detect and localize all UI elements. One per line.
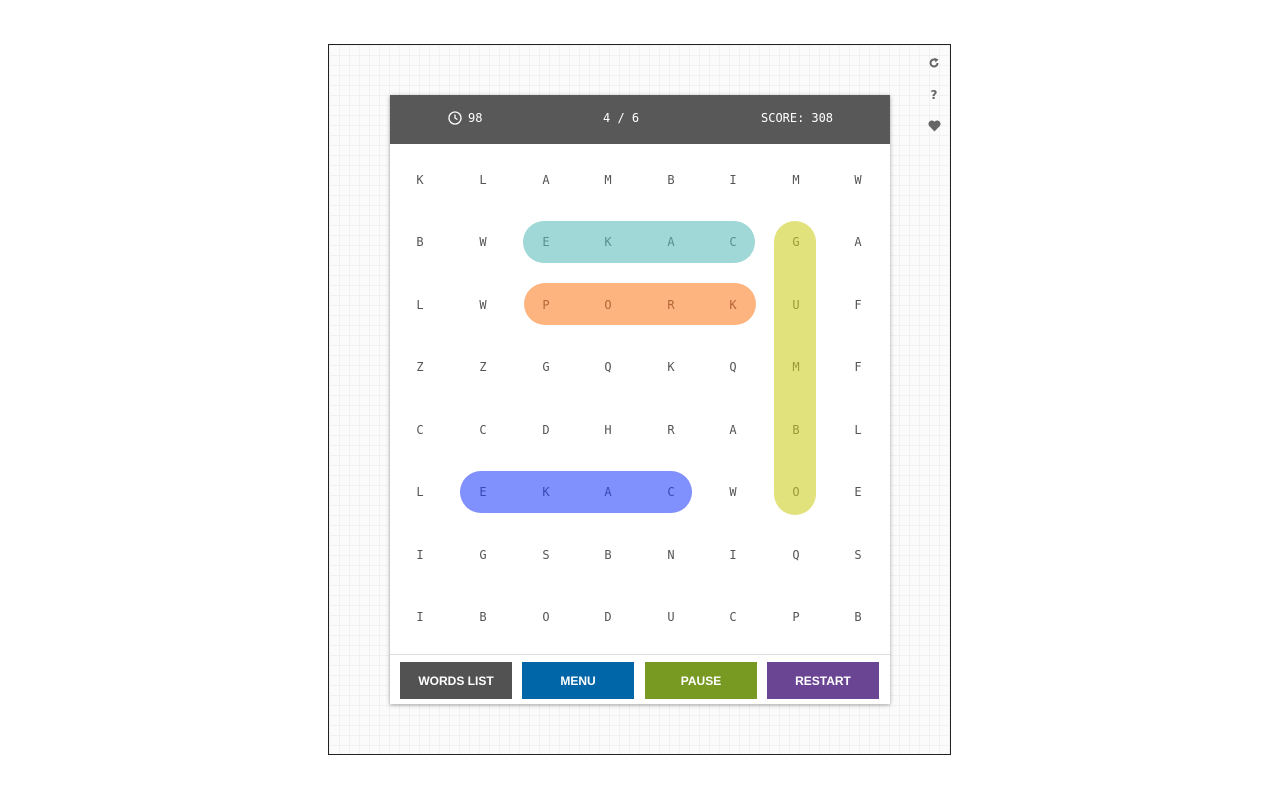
grid-cell[interactable]: R xyxy=(661,420,681,440)
grid-cell[interactable]: Z xyxy=(410,357,430,377)
grid-cell[interactable]: C xyxy=(410,420,430,440)
grid-cell[interactable]: K xyxy=(598,232,618,252)
grid-cell[interactable]: F xyxy=(848,295,868,315)
timer-value: 98 xyxy=(468,111,483,125)
grid-cell[interactable]: C xyxy=(661,482,681,502)
grid-cell[interactable]: O xyxy=(598,295,618,315)
score: SCORE: 308 xyxy=(761,111,833,125)
grid-cell[interactable]: G xyxy=(536,357,556,377)
grid-cell[interactable]: K xyxy=(536,482,556,502)
grid-cell[interactable]: A xyxy=(848,232,868,252)
heart-icon[interactable] xyxy=(925,117,943,135)
game-frame: ? 98 4 / 6 SCORE: 308 K L A M B I M W B W E … xyxy=(328,44,951,755)
grid-cell[interactable]: B xyxy=(848,607,868,627)
grid-cell[interactable]: Q xyxy=(723,357,743,377)
grid-cell[interactable]: A xyxy=(536,170,556,190)
letter-grid: K L A M B I M W B W E K A C G A L W P O R K U F Z Z G Q K Q M F C C D H R A B L… xyxy=(390,144,890,656)
divider xyxy=(390,654,890,655)
grid-cell[interactable]: K xyxy=(723,295,743,315)
timer: 98 xyxy=(448,111,482,125)
score-label: SCORE: xyxy=(761,111,805,125)
menu-button[interactable]: MENU xyxy=(522,662,634,699)
grid-cell[interactable]: O xyxy=(786,482,806,502)
grid-cell[interactable]: W xyxy=(723,482,743,502)
found-word-highlight xyxy=(460,471,692,513)
grid-cell[interactable]: B xyxy=(786,420,806,440)
grid-cell[interactable]: I xyxy=(723,545,743,565)
grid-cell[interactable]: U xyxy=(786,295,806,315)
grid-cell[interactable]: W xyxy=(473,295,493,315)
grid-cell[interactable]: W xyxy=(848,170,868,190)
grid-cell[interactable]: A xyxy=(598,482,618,502)
grid-cell[interactable]: L xyxy=(410,295,430,315)
help-icon[interactable]: ? xyxy=(925,86,943,104)
grid-cell[interactable]: O xyxy=(536,607,556,627)
found-word-highlight xyxy=(523,221,755,263)
grid-cell[interactable]: I xyxy=(410,607,430,627)
game-header: 98 4 / 6 SCORE: 308 xyxy=(390,95,890,144)
grid-cell[interactable]: S xyxy=(848,545,868,565)
grid-cell[interactable]: W xyxy=(473,232,493,252)
clock-icon xyxy=(448,111,462,125)
grid-cell[interactable]: E xyxy=(848,482,868,502)
grid-cell[interactable]: L xyxy=(848,420,868,440)
grid-cell[interactable]: L xyxy=(410,482,430,502)
grid-cell[interactable]: K xyxy=(661,357,681,377)
grid-cell[interactable]: D xyxy=(598,607,618,627)
grid-cell[interactable]: P xyxy=(786,607,806,627)
pause-button[interactable]: PAUSE xyxy=(645,662,757,699)
grid-cell[interactable]: G xyxy=(473,545,493,565)
grid-cell[interactable]: I xyxy=(410,545,430,565)
grid-cell[interactable]: A xyxy=(723,420,743,440)
grid-cell[interactable]: L xyxy=(473,170,493,190)
grid-cell[interactable]: A xyxy=(661,232,681,252)
grid-cell[interactable]: I xyxy=(723,170,743,190)
grid-cell[interactable]: B xyxy=(598,545,618,565)
grid-cell[interactable]: F xyxy=(848,357,868,377)
grid-cell[interactable]: H xyxy=(598,420,618,440)
grid-cell[interactable]: C xyxy=(723,607,743,627)
grid-cell[interactable]: P xyxy=(536,295,556,315)
grid-cell[interactable]: B xyxy=(661,170,681,190)
grid-cell[interactable]: C xyxy=(473,420,493,440)
grid-cell[interactable]: E xyxy=(536,232,556,252)
word-search-game: 98 4 / 6 SCORE: 308 K L A M B I M W B W E K A C G A L W P O… xyxy=(390,95,890,704)
grid-cell[interactable]: R xyxy=(661,295,681,315)
grid-cell[interactable]: S xyxy=(536,545,556,565)
grid-cell[interactable]: N xyxy=(661,545,681,565)
grid-cell[interactable]: B xyxy=(473,607,493,627)
restart-button[interactable]: RESTART xyxy=(767,662,879,699)
grid-cell[interactable]: B xyxy=(410,232,430,252)
found-word-highlight xyxy=(524,283,756,325)
grid-cell[interactable]: Z xyxy=(473,357,493,377)
grid-cell[interactable]: M xyxy=(786,170,806,190)
grid-cell[interactable]: E xyxy=(473,482,493,502)
words-list-button[interactable]: WORDS LIST xyxy=(400,662,512,699)
grid-cell[interactable]: U xyxy=(661,607,681,627)
grid-cell[interactable]: Q xyxy=(786,545,806,565)
grid-cell[interactable]: K xyxy=(410,170,430,190)
words-found-progress: 4 / 6 xyxy=(603,111,640,125)
refresh-icon[interactable] xyxy=(925,54,943,72)
score-value: 308 xyxy=(811,111,834,125)
grid-cell[interactable]: M xyxy=(786,357,806,377)
grid-cell[interactable]: D xyxy=(536,420,556,440)
grid-cell[interactable]: G xyxy=(786,232,806,252)
grid-cell[interactable]: C xyxy=(723,232,743,252)
grid-cell[interactable]: Q xyxy=(598,357,618,377)
grid-cell[interactable]: M xyxy=(598,170,618,190)
